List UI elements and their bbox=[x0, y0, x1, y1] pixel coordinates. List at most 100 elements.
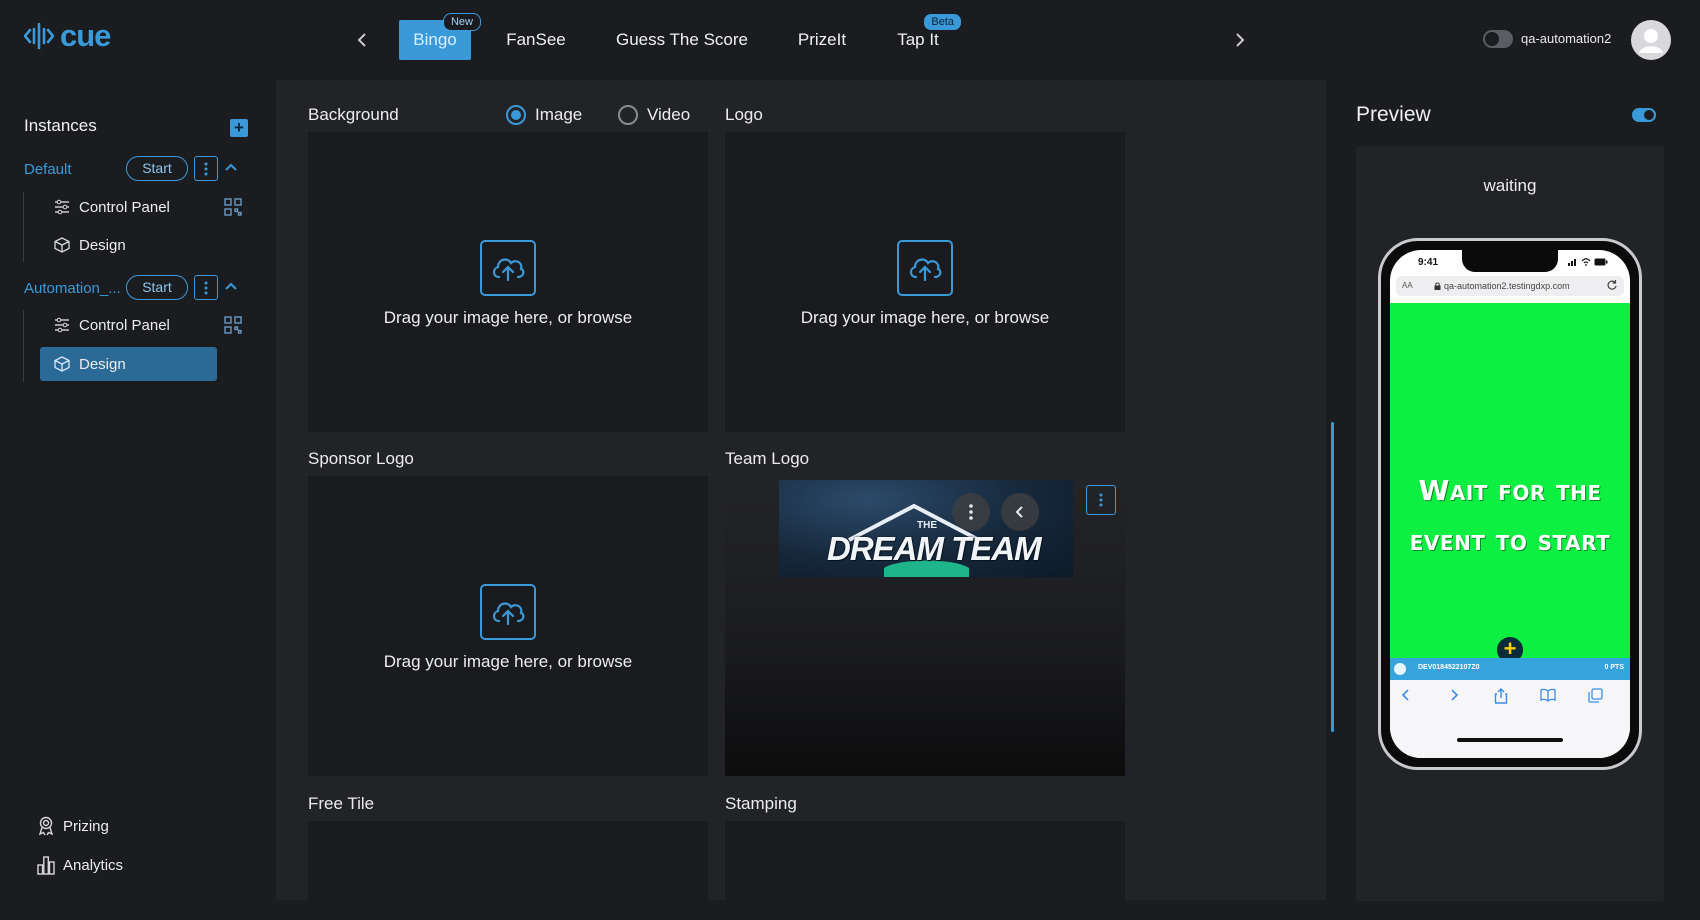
cloud-upload-icon bbox=[897, 240, 953, 296]
sidebar-link-label: Prizing bbox=[63, 817, 109, 835]
background-dropzone[interactable]: Drag your image here, or browse bbox=[308, 132, 708, 432]
start-button[interactable]: Start bbox=[126, 156, 188, 181]
nav-next-arrow[interactable] bbox=[1228, 28, 1252, 52]
tab-tap-it[interactable]: Tap It Beta bbox=[894, 13, 962, 60]
instances-title: Instances bbox=[24, 116, 97, 135]
dropzone-text: Drag your image here, or browse bbox=[800, 308, 1050, 327]
tab-bingo[interactable]: Bingo New bbox=[399, 13, 481, 60]
sponsor-logo-dropzone[interactable]: Drag your image here, or browse bbox=[308, 476, 708, 776]
logo-dropzone[interactable]: Drag your image here, or browse bbox=[725, 132, 1125, 432]
sliders-icon bbox=[55, 317, 69, 333]
radio-image[interactable]: Image bbox=[506, 105, 582, 125]
tab-label: Guess The Score bbox=[616, 30, 748, 49]
instance-automation: Automation_... Start bbox=[24, 275, 254, 301]
share-icon bbox=[1494, 688, 1508, 704]
sidebar-item-control-panel[interactable]: Control Panel bbox=[40, 308, 217, 342]
kebab-icon bbox=[969, 504, 973, 520]
phone-mockup: 9:41 AA qa-automation2.testingdxp.com Wa… bbox=[1378, 238, 1642, 770]
dropzone-content: Drag your image here, or browse bbox=[308, 240, 708, 328]
background-label: Background bbox=[308, 105, 399, 124]
collapse-chevron-icon[interactable] bbox=[224, 160, 238, 174]
qr-code-icon[interactable] bbox=[224, 316, 242, 334]
start-button[interactable]: Start bbox=[126, 275, 188, 300]
sidebar-item-design[interactable]: Design bbox=[40, 228, 217, 262]
nav-prev-arrow[interactable] bbox=[350, 28, 374, 52]
image-options-button[interactable] bbox=[952, 493, 990, 531]
free-tile-dropzone[interactable] bbox=[308, 821, 708, 900]
team-logo-label: Team Logo bbox=[725, 449, 810, 468]
sidebar-link-label: Analytics bbox=[63, 856, 124, 874]
instances-sidebar: Instances + Default Start Control Panel … bbox=[0, 80, 276, 920]
image-prev-button[interactable] bbox=[1001, 493, 1039, 531]
sidebar-item-design-active[interactable]: Design bbox=[40, 347, 217, 381]
kebab-icon bbox=[204, 162, 208, 175]
tab-guess-the-score[interactable]: Guess The Score bbox=[610, 20, 754, 60]
radio-unchecked-icon bbox=[618, 105, 638, 125]
sliders-icon bbox=[55, 199, 69, 215]
tab-label: PrizeIt bbox=[797, 30, 847, 49]
person-icon bbox=[1639, 29, 1663, 53]
instance-menu-button[interactable] bbox=[194, 156, 218, 181]
radio-checked-icon bbox=[506, 105, 526, 125]
preview-status: waiting bbox=[1483, 176, 1537, 195]
tree-line bbox=[23, 192, 24, 262]
award-icon bbox=[38, 816, 54, 836]
add-instance-button[interactable]: + bbox=[230, 119, 248, 137]
forward-icon bbox=[1451, 689, 1459, 701]
player-bar: DEV0184522107Z0 0 PTS bbox=[1390, 658, 1630, 680]
team-logo-menu-button[interactable] bbox=[1086, 485, 1116, 515]
dropzone-text: Drag your image here, or browse bbox=[383, 308, 633, 327]
player-id: DEV0184522107Z0 bbox=[1418, 664, 1480, 671]
radio-label: Video bbox=[647, 105, 691, 124]
player-points: 0 PTS bbox=[1604, 664, 1624, 671]
radio-video[interactable]: Video bbox=[618, 105, 690, 125]
chevron-left-icon bbox=[1015, 506, 1023, 518]
user-avatar[interactable] bbox=[1631, 20, 1671, 60]
preview-toggle[interactable] bbox=[1632, 108, 1656, 122]
collapse-chevron-icon[interactable] bbox=[224, 279, 238, 293]
dropzone-content: Drag your image here, or browse bbox=[308, 584, 708, 672]
cube-icon bbox=[54, 237, 70, 253]
instance-menu-button[interactable] bbox=[194, 275, 218, 300]
tab-label: FanSee bbox=[506, 30, 566, 49]
team-logo-image: THE DREAM TEAM bbox=[779, 480, 1073, 577]
theme-toggle[interactable] bbox=[1483, 30, 1513, 48]
design-editor: Background Image Video Logo Drag your im… bbox=[276, 80, 1326, 900]
status-time: 9:41 bbox=[1418, 257, 1439, 268]
stamping-label: Stamping bbox=[725, 794, 797, 813]
sidebar-link-prizing[interactable]: Prizing bbox=[37, 816, 109, 836]
instance-name[interactable]: Automation_... bbox=[24, 280, 121, 297]
status-icons bbox=[1568, 258, 1608, 266]
tab-fansee[interactable]: FanSee bbox=[498, 20, 574, 60]
editor-scrollbar-thumb[interactable] bbox=[1331, 422, 1334, 732]
dropzone-content: Drag your image here, or browse bbox=[725, 240, 1125, 328]
back-icon bbox=[1401, 689, 1409, 701]
home-indicator bbox=[1457, 738, 1563, 742]
kebab-icon bbox=[204, 281, 208, 294]
radio-label: Image bbox=[535, 105, 583, 124]
lock-icon bbox=[1434, 282, 1441, 290]
logo-text: cue bbox=[60, 18, 111, 53]
qr-code-icon[interactable] bbox=[224, 198, 242, 216]
stamping-dropzone[interactable] bbox=[725, 821, 1125, 900]
cue-logo[interactable]: cue bbox=[24, 18, 111, 53]
team-image-title: DREAM TEAM bbox=[827, 530, 1042, 567]
sidebar-link-analytics[interactable]: Analytics bbox=[37, 855, 123, 875]
instance-default: Default Start bbox=[24, 156, 254, 182]
sidebar-item-label: Design bbox=[79, 236, 126, 254]
sidebar-item-control-panel[interactable]: Control Panel bbox=[40, 190, 217, 224]
browser-url-bar: AA qa-automation2.testingdxp.com bbox=[1396, 276, 1624, 296]
team-logo-zone[interactable]: THE DREAM TEAM bbox=[725, 476, 1125, 776]
waiting-screen: Wait for the event to start bbox=[1390, 303, 1630, 658]
new-badge: New bbox=[442, 13, 481, 31]
kebab-icon bbox=[1099, 493, 1103, 507]
preview-panel: waiting 9:41 AA qa-automation2.testingdx… bbox=[1356, 146, 1664, 901]
cube-icon bbox=[54, 356, 70, 372]
instance-name[interactable]: Default bbox=[24, 161, 72, 178]
bookmarks-icon bbox=[1540, 688, 1556, 702]
tab-prizeit[interactable]: PrizeIt bbox=[792, 20, 852, 60]
sidebar-item-label: Control Panel bbox=[79, 198, 170, 216]
logo-label: Logo bbox=[725, 105, 763, 124]
sidebar-item-label: Control Panel bbox=[79, 316, 170, 334]
url-text: qa-automation2.testingdxp.com bbox=[1444, 281, 1570, 291]
